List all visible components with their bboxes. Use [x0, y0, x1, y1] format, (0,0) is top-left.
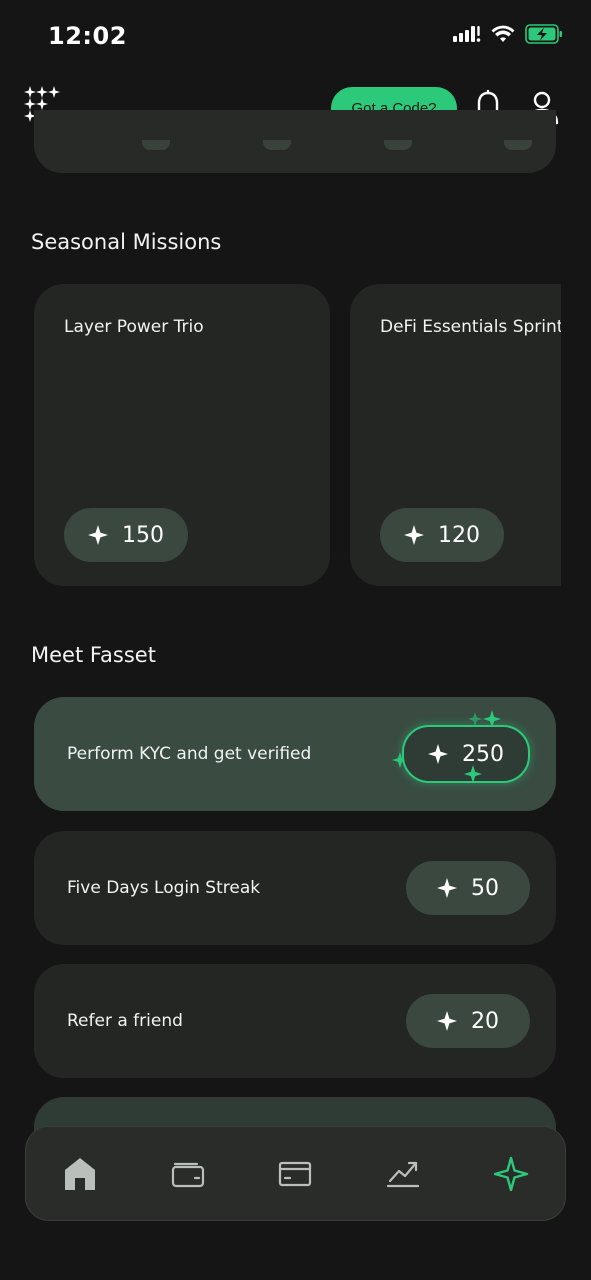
points-value: 250	[462, 741, 504, 767]
wallet-icon	[171, 1162, 204, 1187]
seasonal-missions-title: Seasonal Missions	[31, 230, 222, 254]
bottom-nav	[25, 1126, 566, 1221]
task-label: Perform KYC and get verified	[67, 744, 312, 764]
partial-card-item	[263, 140, 291, 150]
task-row[interactable]: Refer a friend 20	[34, 964, 556, 1078]
task-row[interactable]: Perform KYC and get verified 250	[34, 697, 556, 811]
partial-card-item	[142, 140, 170, 150]
status-time: 12:02	[48, 22, 127, 50]
chart-icon	[387, 1161, 420, 1187]
mission-card[interactable]: DeFi Essentials Sprint 120	[350, 284, 561, 586]
sparkle-icon	[88, 525, 108, 545]
meet-fasset-title: Meet Fasset	[31, 643, 156, 667]
points-badge: 20	[406, 994, 530, 1048]
task-label: Five Days Login Streak	[67, 878, 261, 898]
rewards-sparkle-icon	[493, 1156, 529, 1191]
points-badge: 50	[406, 861, 530, 915]
points-value: 120	[438, 522, 480, 548]
mission-title: DeFi Essentials Sprint	[380, 317, 561, 337]
sparkle-icon	[404, 525, 424, 545]
task-row[interactable]: Five Days Login Streak 50	[34, 831, 556, 945]
home-icon	[64, 1157, 95, 1190]
sparkle-icon	[428, 744, 448, 764]
card-icon	[279, 1161, 312, 1186]
nav-home[interactable]	[50, 1144, 110, 1204]
mission-title: Layer Power Trio	[64, 317, 204, 337]
points-value: 50	[471, 875, 499, 901]
points-badge: 150	[64, 508, 188, 562]
nav-wallet[interactable]	[158, 1144, 218, 1204]
decorative-sparkle-icon	[464, 765, 482, 783]
decorative-sparkle-icon	[468, 712, 482, 726]
nav-card[interactable]	[265, 1144, 325, 1204]
partial-card-item	[384, 140, 412, 150]
points-value: 150	[122, 522, 164, 548]
mission-card[interactable]: Layer Power Trio 150	[34, 284, 330, 586]
partial-card-item	[504, 140, 532, 150]
status-icons	[453, 24, 563, 44]
wifi-icon	[491, 25, 515, 42]
points-value: 20	[471, 1008, 499, 1034]
sparkle-icon	[437, 1011, 457, 1031]
sparkle-icon	[437, 878, 457, 898]
nav-markets[interactable]	[373, 1144, 433, 1204]
points-badge: 120	[380, 508, 504, 562]
task-label: Refer a friend	[67, 1011, 183, 1031]
nav-rewards[interactable]	[481, 1144, 541, 1204]
battery-charging-icon	[525, 24, 562, 44]
partial-card-top	[34, 110, 556, 173]
signal-icon	[453, 26, 481, 42]
rewards-screen: 12:02 Got a Code? Seasonal Missions Laye…	[0, 0, 591, 1280]
